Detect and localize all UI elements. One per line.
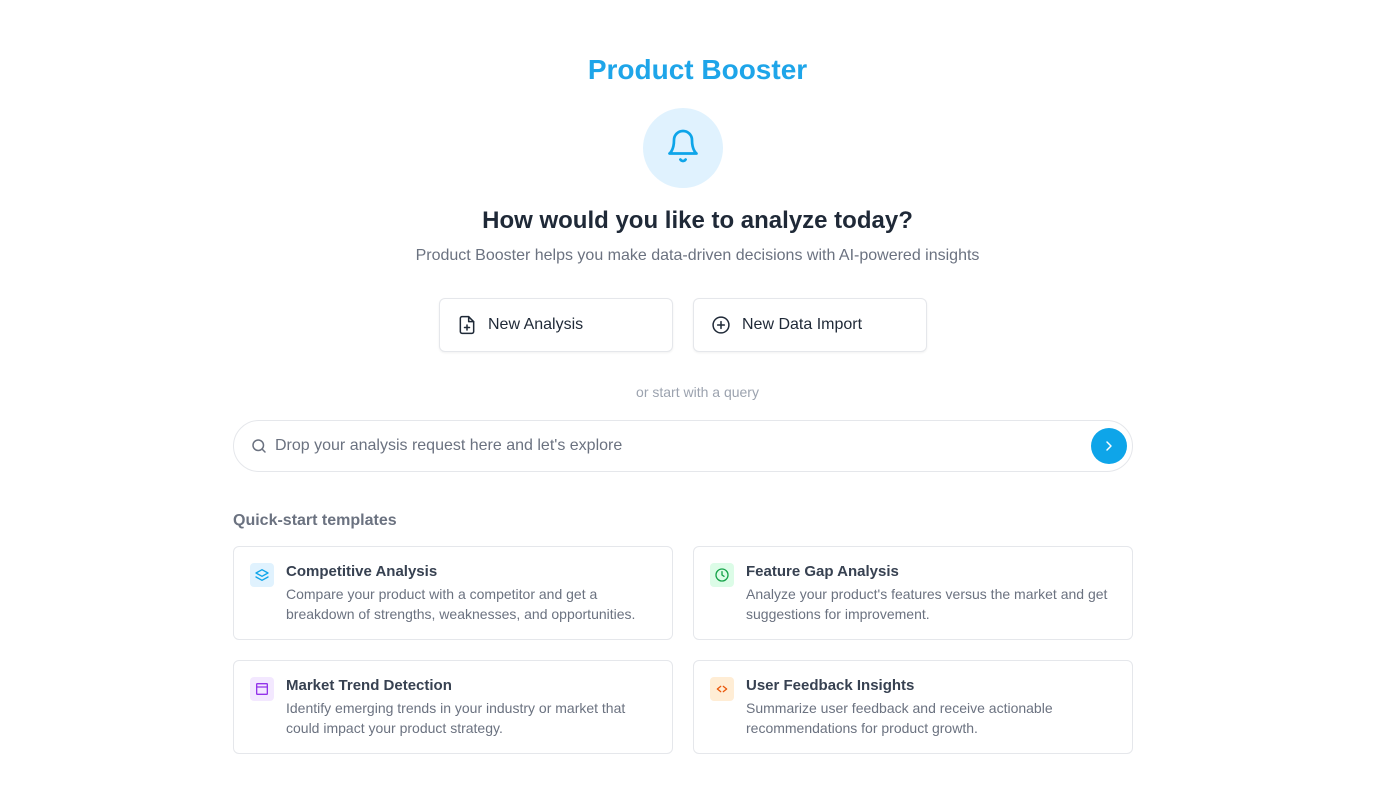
template-card-competitive-analysis[interactable]: Competitive Analysis Compare your produc…: [233, 546, 673, 640]
app-title: Product Booster: [587, 54, 808, 85]
template-title: Competitive Analysis: [286, 563, 438, 580]
layers-icon: [250, 563, 274, 587]
code-icon: [710, 677, 734, 701]
divider-text: or start with a query: [636, 384, 759, 400]
bell-icon: [665, 128, 701, 169]
search-input[interactable]: [275, 421, 1091, 471]
new-analysis-button[interactable]: New Analysis: [439, 298, 673, 352]
template-title: Market Trend Detection: [286, 677, 452, 694]
search-icon: [250, 437, 268, 455]
template-description: Identify emerging trends in your industr…: [286, 700, 626, 736]
plus-circle-icon: [711, 315, 731, 335]
page: Product Booster How would you like to an…: [0, 0, 1395, 795]
template-description: Analyze your product's features versus t…: [746, 586, 1108, 622]
template-description: Compare your product with a competitor a…: [286, 586, 636, 622]
new-data-import-button[interactable]: New Data Import: [693, 298, 927, 352]
page-headline: How would you like to analyze today?: [482, 207, 913, 234]
template-card-user-feedback-insights[interactable]: User Feedback Insights Summarize user fe…: [693, 660, 1133, 754]
template-description: Summarize user feedback and receive acti…: [746, 700, 1053, 736]
template-title: User Feedback Insights: [746, 677, 915, 694]
submit-query-button[interactable]: [1091, 428, 1127, 464]
template-card-feature-gap-analysis[interactable]: Feature Gap Analysis Analyze your produc…: [693, 546, 1133, 640]
page-subtitle: Product Booster helps you make data-driv…: [415, 247, 980, 264]
layout-icon: [250, 677, 274, 701]
hero-icon-badge: [643, 108, 723, 188]
templates-section-label: Quick-start templates: [233, 512, 397, 529]
clock-icon: [710, 563, 734, 587]
template-title: Feature Gap Analysis: [746, 563, 899, 580]
template-card-market-trend-detection[interactable]: Market Trend Detection Identify emerging…: [233, 660, 673, 754]
new-analysis-label: New Analysis: [488, 316, 584, 333]
file-plus-icon: [457, 315, 477, 335]
new-data-import-label: New Data Import: [742, 316, 863, 333]
search-bar: [233, 420, 1133, 472]
chevron-right-icon: [1101, 438, 1117, 454]
